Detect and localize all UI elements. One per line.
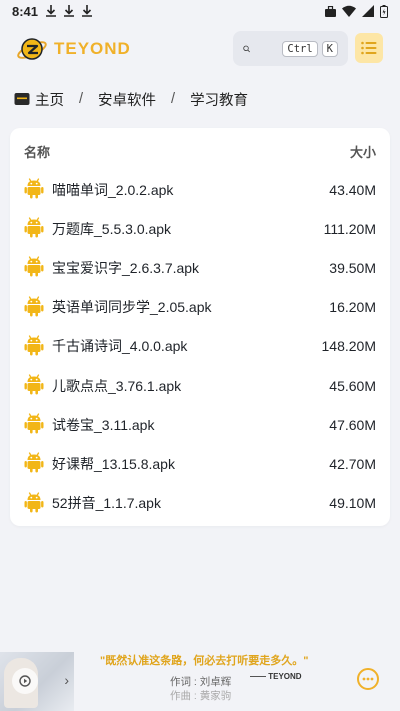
shortcut-key-k: K [321,40,338,57]
album-cover[interactable]: › [0,652,74,711]
file-size: 111.20M [323,220,376,237]
download-icon [64,5,75,17]
file-name[interactable]: 英语单词同步学_2.05.apk [52,297,329,317]
file-row[interactable]: 万题库_5.5.3.0.apk 111.20M [24,209,376,248]
file-name[interactable]: 喵喵单词_2.0.2.apk [52,180,329,200]
file-name[interactable]: 好课帮_13.15.8.apk [52,454,329,474]
more-options-button[interactable] [357,668,379,690]
status-bar: 8:41 [0,0,400,22]
menu-button[interactable] [355,33,383,63]
site-logo[interactable]: TEYOND [16,33,131,65]
search-button[interactable]: Ctrl K [233,31,348,66]
signal-icon [362,5,374,17]
android-icon [24,412,44,437]
search-icon [243,45,250,52]
column-size-header[interactable]: 大小 [350,142,376,161]
android-icon [24,295,44,320]
file-row[interactable]: 千古诵诗词_4.0.0.apk 148.20M [24,327,376,366]
quote-text: "既然认准这条路，何必去打听要走多久。" [100,655,309,667]
play-button[interactable] [12,668,38,694]
status-time: 8:41 [12,3,39,19]
file-list: 喵喵单词_2.0.2.apk 43.40M 万题库_5.5.3.0.apk 111.2… [24,170,376,523]
android-icon [24,451,44,476]
android-icon [24,216,44,241]
file-size: 47.60M [329,416,376,433]
breadcrumb-current: 学习教育 [190,92,249,109]
file-name[interactable]: 宝宝爱识字_2.6.3.7.apk [52,258,329,278]
android-icon [24,491,44,516]
download-icon [82,5,93,17]
music-player-bar: › "既然认准这条路，何必去打听要走多久。" 作词 : 刘卓辉 作曲 : 黄家驹… [0,652,400,711]
wifi-icon [342,5,356,17]
breadcrumb: 主页 / 安卓软件 / 学习教育 [14,88,248,110]
file-size: 49.10M [329,495,376,512]
breadcrumb-separator: / [171,91,176,107]
breadcrumb-category[interactable]: 安卓软件 [98,89,156,110]
file-size: 42.70M [329,455,376,472]
android-icon [24,334,44,359]
play-icon [19,675,31,687]
file-row[interactable]: 宝宝爱识字_2.6.3.7.apk 39.50M [24,248,376,287]
brand-name: TEYOND [54,39,131,58]
file-name[interactable]: 千古诵诗词_4.0.0.apk [52,336,322,356]
composer-credit: 作曲 : 黄家驹 [170,690,232,702]
briefcase-icon [325,5,336,17]
file-size: 148.20M [321,338,376,355]
home-icon [14,93,30,105]
file-row[interactable]: 好课帮_13.15.8.apk 42.70M [24,444,376,483]
file-row[interactable]: 试卷宝_3.11.apk 47.60M [24,405,376,444]
file-size: 45.60M [329,377,376,394]
file-name[interactable]: 儿歌点点_3.76.1.apk [52,376,329,396]
breadcrumb-home[interactable]: 主页 [35,89,64,110]
file-size: 43.40M [329,181,376,198]
download-icon [46,5,57,17]
battery-icon [380,4,388,18]
list-menu-icon [361,41,377,55]
breadcrumb-separator: / [79,91,84,107]
android-icon [24,255,44,280]
chevron-right-icon[interactable]: › [64,672,69,688]
shortcut-key-ctrl: Ctrl [282,40,318,57]
file-list-card: 名称 大小 喵喵单词_2.0.2.apk 43.40M 万题库_5.5.3.0.ap… [10,128,390,526]
file-size: 39.50M [329,259,376,276]
more-dots-icon [362,677,374,681]
table-header: 名称 大小 [24,142,376,161]
file-name[interactable]: 万题库_5.5.3.0.apk [52,219,324,239]
file-row[interactable]: 喵喵单词_2.0.2.apk 43.40M [24,170,376,209]
column-name-header[interactable]: 名称 [24,142,50,161]
planet-logo-icon [17,38,47,60]
lyricist-credit: 作词 : 刘卓辉 [170,676,232,688]
file-name[interactable]: 试卷宝_3.11.apk [52,415,329,435]
android-icon [24,177,44,202]
file-name[interactable]: 52拼音_1.1.7.apk [52,493,329,513]
file-row[interactable]: 英语单词同步学_2.05.apk 16.20M [24,288,376,327]
android-icon [24,373,44,398]
file-row[interactable]: 52拼音_1.1.7.apk 49.10M [24,484,376,523]
signature: —— TEYOND [250,672,302,681]
file-size: 16.20M [329,299,376,316]
app-header: TEYOND Ctrl K [0,22,400,76]
file-row[interactable]: 儿歌点点_3.76.1.apk 45.60M [24,366,376,405]
